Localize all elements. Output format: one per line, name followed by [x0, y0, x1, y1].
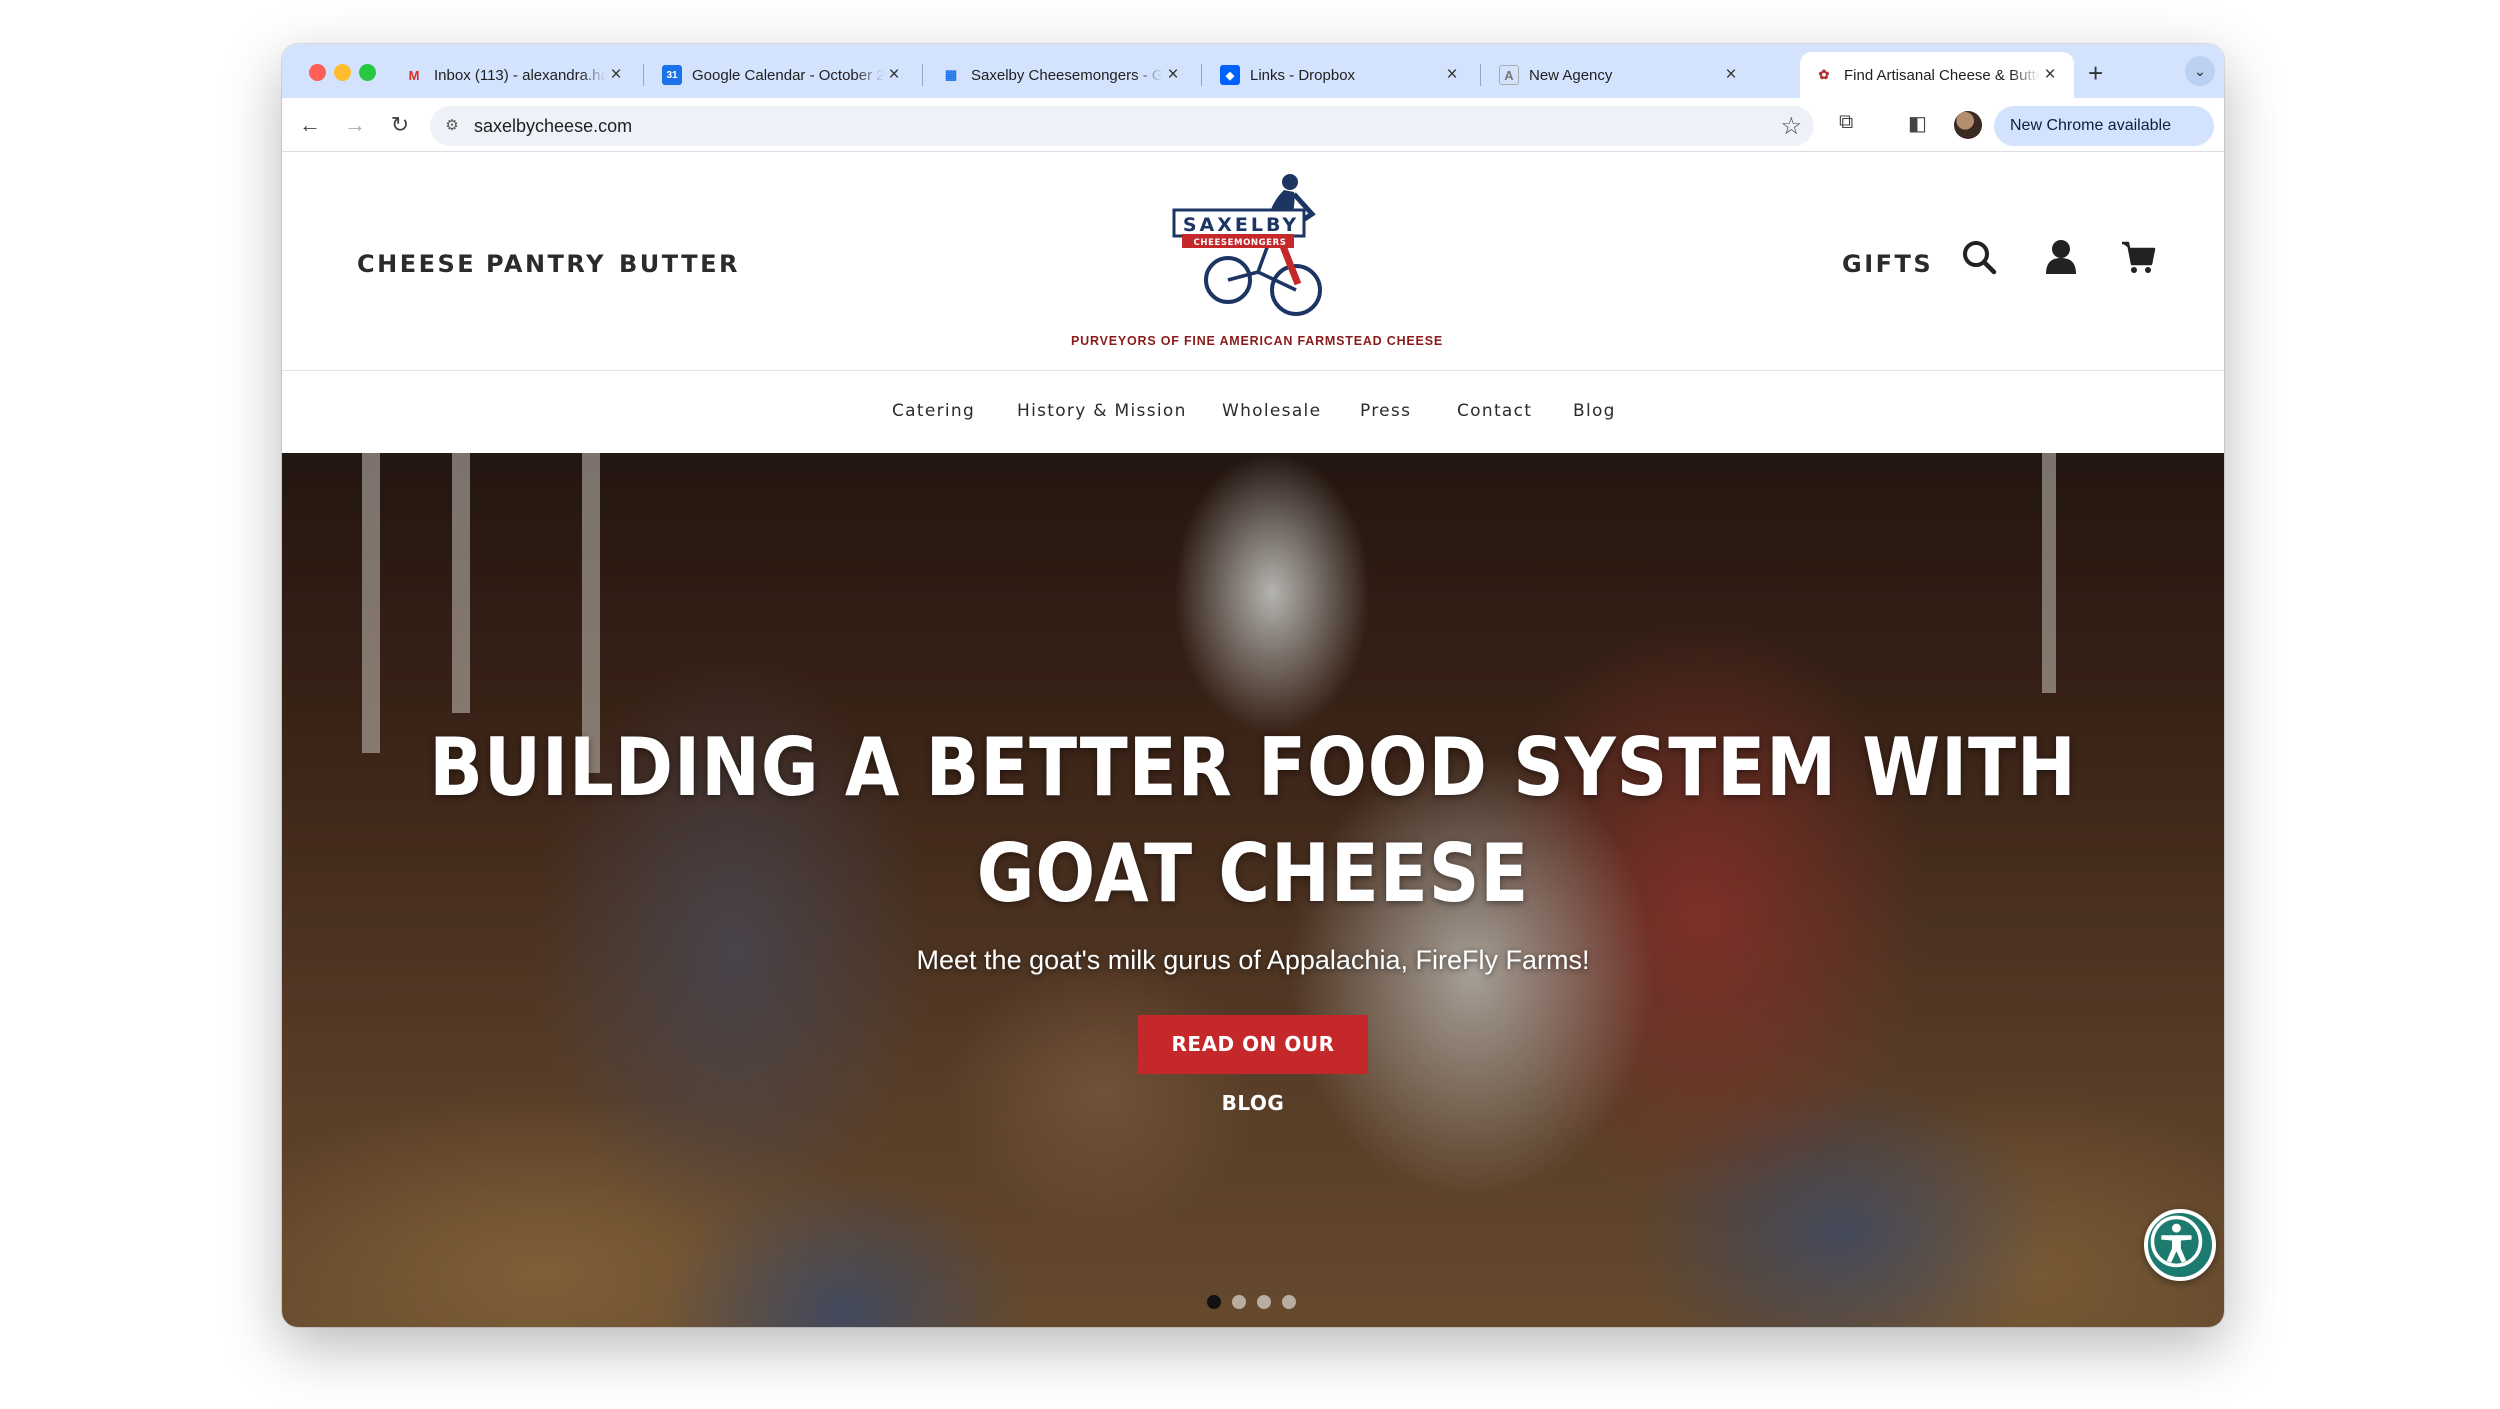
agency-icon: A: [1499, 65, 1519, 85]
logo-subwordmark: CHEESEMONGERS: [1193, 238, 1287, 248]
search-icon[interactable]: [1960, 238, 1998, 276]
site-info-icon[interactable]: ⚙: [442, 116, 462, 136]
tab-sheets[interactable]: ▦ Saxelby Cheesemongers - Google Sheets …: [927, 52, 1197, 98]
browser-window: M Inbox (113) - alexandra.harris@gmail.c…: [282, 44, 2224, 1327]
secondary-nav: Catering History & Mission Wholesale Pre…: [282, 370, 2224, 453]
tab-dropbox[interactable]: ◆ Links - Dropbox ×: [1206, 52, 1476, 98]
new-tab-button[interactable]: +: [2088, 58, 2103, 89]
tab-calendar[interactable]: 31 Google Calendar - October 2023 ×: [648, 52, 918, 98]
tab-search-button[interactable]: ⌄: [2185, 56, 2215, 86]
subnav-contact[interactable]: Contact: [1457, 401, 1532, 421]
profile-avatar[interactable]: [1954, 111, 1982, 139]
bookmark-star-icon[interactable]: ☆: [1780, 112, 1802, 141]
subnav-catering[interactable]: Catering: [892, 401, 975, 421]
carousel-dot-3[interactable]: [1257, 1295, 1271, 1309]
close-tab-icon[interactable]: ×: [884, 64, 904, 86]
logo-wordmark: SAXELBY: [1182, 214, 1300, 236]
saxelby-icon: ✿: [1818, 67, 1830, 82]
subnav-press[interactable]: Press: [1360, 401, 1411, 421]
forward-button[interactable]: →: [339, 109, 371, 141]
url-text[interactable]: saxelbycheese.com: [474, 116, 632, 137]
extensions-icon[interactable]: ⧉: [1839, 111, 1853, 134]
close-tab-icon[interactable]: ×: [2040, 64, 2060, 86]
carousel-dot-1[interactable]: [1207, 1295, 1221, 1309]
accessibility-icon[interactable]: [2144, 1209, 2216, 1281]
nav-gifts[interactable]: GIFTS: [1842, 250, 1933, 278]
site-header: CHEESE PANTRY BUTTER SAXELBY CHEESEMONGE…: [282, 152, 2224, 370]
saxelby-logo[interactable]: [1172, 172, 1342, 327]
gmail-icon: M: [408, 67, 420, 83]
reload-button[interactable]: ↻: [384, 109, 416, 141]
close-window-button[interactable]: [309, 64, 326, 81]
hero-headline-line2: GOAT CHEESE: [976, 827, 1530, 920]
subnav-history-mission[interactable]: History & Mission: [1017, 401, 1187, 421]
cart-icon[interactable]: [2120, 238, 2156, 276]
tab-title: Links - Dropbox: [1250, 66, 1356, 84]
update-label: New Chrome available: [2010, 117, 2171, 134]
side-panel-icon[interactable]: ◧: [1908, 111, 1927, 136]
dropbox-icon: ◆: [1220, 65, 1240, 85]
address-bar[interactable]: ⚙ saxelbycheese.com ☆: [430, 106, 1814, 146]
tab-gmail[interactable]: M Inbox (113) - alexandra.harris@gmail.c…: [390, 52, 640, 98]
read-blog-button[interactable]: READ ON OUR BLOG: [1138, 1015, 1368, 1115]
tab-saxelby-active[interactable]: ✿ Find Artisanal Cheese & Butter ×: [1800, 52, 2074, 98]
back-button[interactable]: ←: [294, 109, 326, 141]
browser-toolbar: ← → ↻ ⚙ saxelbycheese.com ☆ ⧉ ◧ New Chro…: [282, 98, 2224, 152]
calendar-icon: 31: [662, 65, 682, 85]
close-tab-icon[interactable]: ×: [1721, 64, 1741, 86]
tab-title: Inbox (113) - alexandra.harris@gmail.com: [434, 66, 606, 84]
minimize-window-button[interactable]: [334, 64, 351, 81]
tab-title: Google Calendar - October 2023: [692, 66, 884, 84]
web-page: CHEESE PANTRY BUTTER SAXELBY CHEESEMONGE…: [282, 152, 2224, 1327]
nav-pantry[interactable]: PANTRY: [486, 250, 606, 278]
tab-new-agency[interactable]: A New Agency ×: [1485, 52, 1755, 98]
subnav-blog[interactable]: Blog: [1573, 401, 1616, 421]
sheets-icon: ▦: [944, 67, 958, 82]
tab-strip: M Inbox (113) - alexandra.harris@gmail.c…: [282, 44, 2224, 98]
tab-title: Saxelby Cheesemongers - Google Sheets: [971, 66, 1163, 84]
maximize-window-button[interactable]: [359, 64, 376, 81]
hero-subtitle: Meet the goat's milk gurus of Appalachia…: [916, 945, 1590, 975]
carousel-dot-2[interactable]: [1232, 1295, 1246, 1309]
update-chrome-button[interactable]: New Chrome available ⋮: [1994, 106, 2214, 146]
nav-butter[interactable]: BUTTER: [619, 250, 740, 278]
close-tab-icon[interactable]: ×: [1442, 64, 1462, 86]
hero-headline-line1: BUILDING A BETTER FOOD SYSTEM WITH: [429, 721, 2077, 814]
site-tagline: PURVEYORS OF FINE AMERICAN FARMSTEAD CHE…: [1071, 334, 1443, 348]
close-tab-icon[interactable]: ×: [1163, 64, 1183, 86]
tab-title: New Agency: [1529, 66, 1613, 84]
nav-cheese[interactable]: CHEESE: [357, 250, 476, 278]
hero-banner: BUILDING A BETTER FOOD SYSTEM WITH GOAT …: [282, 453, 2224, 1327]
account-icon[interactable]: [2043, 238, 2079, 276]
tab-title: Find Artisanal Cheese & Butter: [1844, 66, 2040, 84]
carousel-dot-4[interactable]: [1282, 1295, 1296, 1309]
subnav-wholesale[interactable]: Wholesale: [1222, 401, 1321, 421]
hero-headline: BUILDING A BETTER FOOD SYSTEM WITH GOAT …: [399, 715, 2108, 927]
close-tab-icon[interactable]: ×: [606, 64, 626, 86]
